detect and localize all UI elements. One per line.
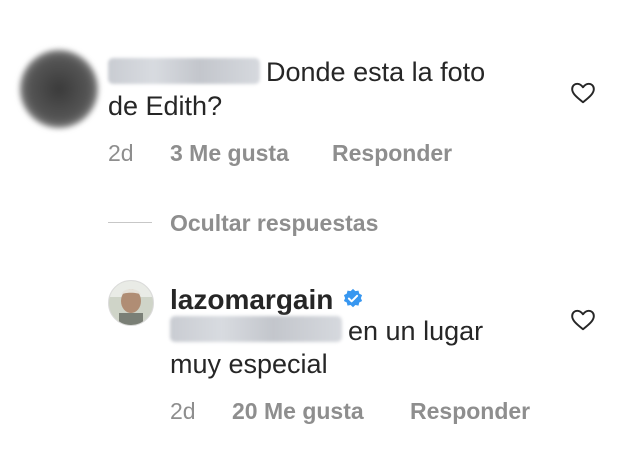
verified-badge-icon [343, 288, 363, 308]
hide-replies-divider [108, 222, 152, 223]
reply-reply-button[interactable]: Responder [410, 398, 530, 425]
comment-text-line1: Donde esta la foto [266, 57, 486, 87]
comment-text-line2: de Edith? [108, 91, 223, 121]
comment-time: 2d [108, 140, 134, 166]
commenter-username-blurred[interactable] [108, 58, 260, 84]
heart-outline-icon[interactable] [570, 307, 596, 333]
commenter-avatar[interactable] [20, 50, 98, 128]
hide-replies-button[interactable]: Ocultar respuestas [170, 210, 378, 237]
reply-text-line1: en un lugar [348, 316, 484, 346]
reply-username[interactable]: lazomargain [170, 284, 333, 316]
comment-likes-button[interactable]: 3 Me gusta [170, 140, 289, 167]
reply-time: 2d [170, 398, 196, 424]
mentioned-username-blurred[interactable] [170, 316, 342, 342]
reply-text-line2: muy especial [170, 349, 328, 379]
reply-likes-button[interactable]: 20 Me gusta [232, 398, 364, 425]
reply-button[interactable]: Responder [332, 140, 452, 167]
heart-outline-icon[interactable] [570, 80, 596, 106]
reply-avatar[interactable] [108, 280, 154, 326]
